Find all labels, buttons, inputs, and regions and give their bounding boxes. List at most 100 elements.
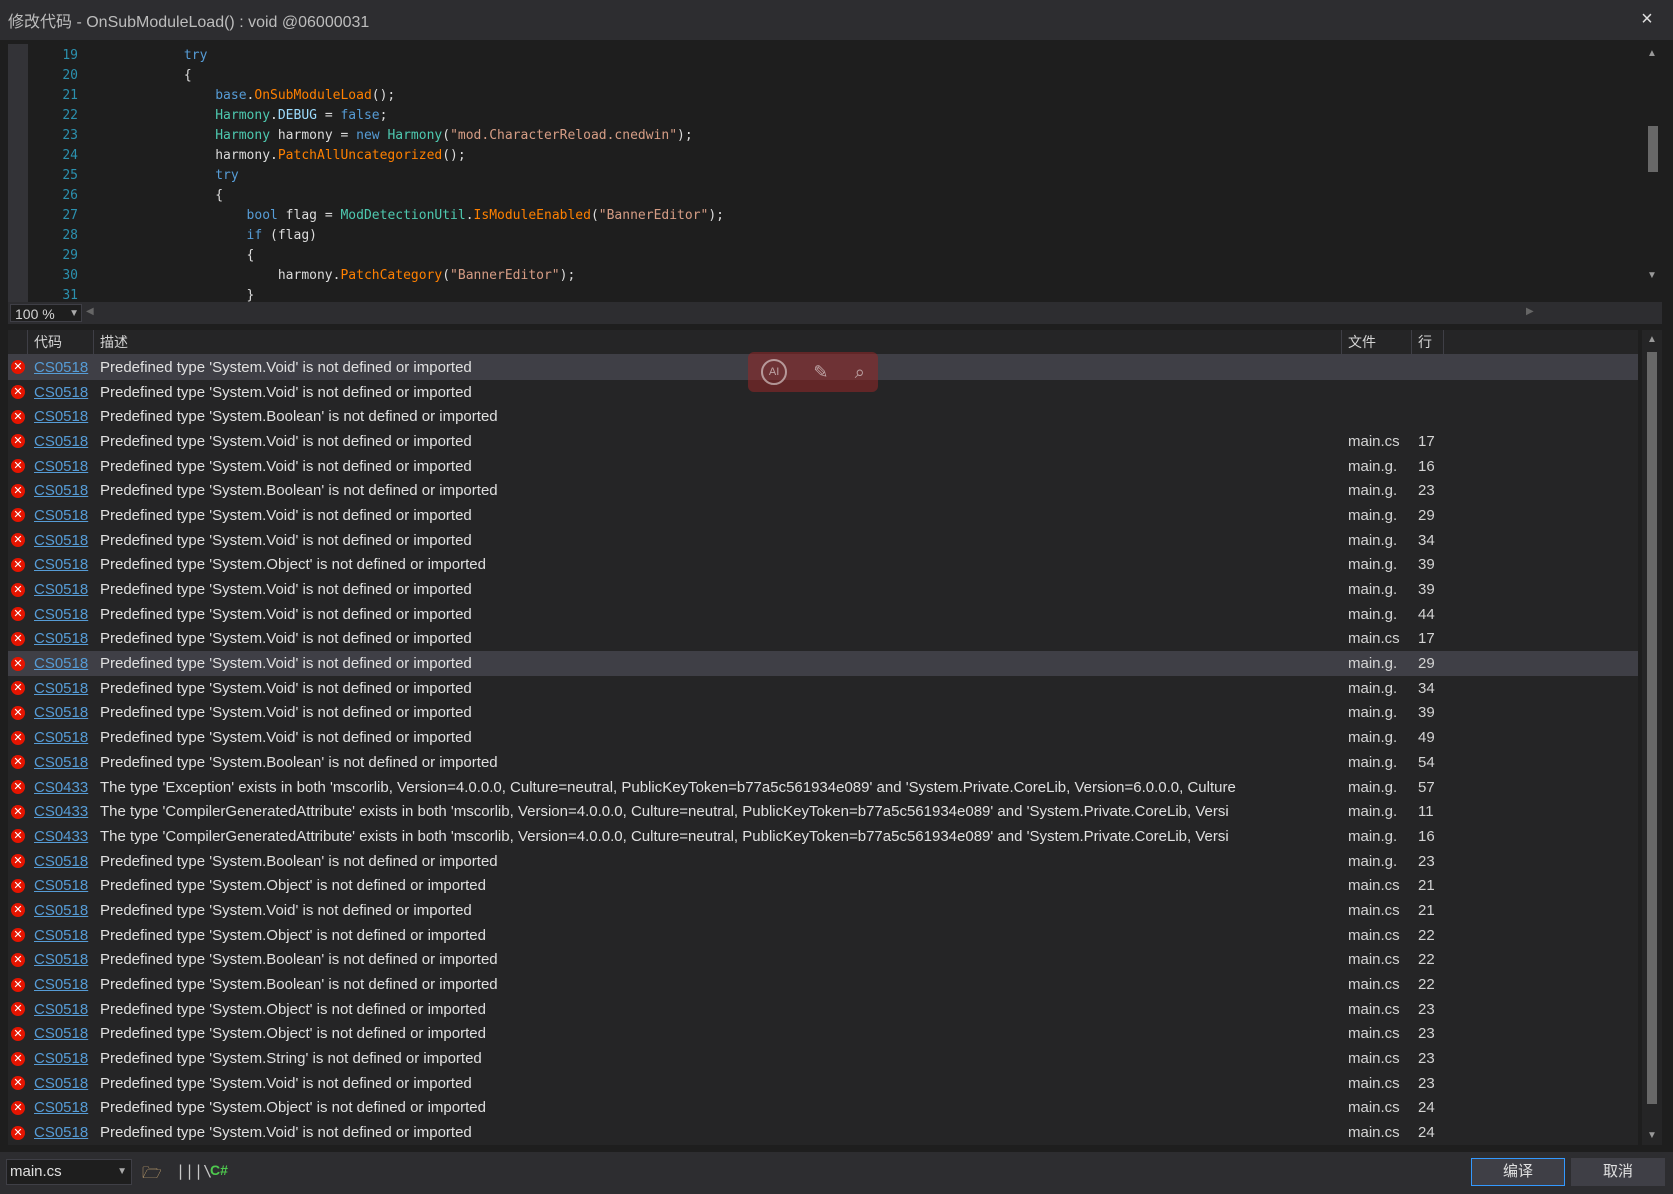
table-row[interactable]: ✕ CS0518 Predefined type 'System.Object' i… [8,997,1638,1022]
error-code-link[interactable]: CS0518 [28,927,94,944]
code-line[interactable]: 21 base.OnSubModuleLoad(); [28,86,1642,106]
code-line[interactable]: 24 harmony.PatchAllUncategorized(); [28,146,1642,166]
editor-vertical-scrollbar[interactable]: ▲ ▼ [1642,44,1662,302]
table-row[interactable]: ✕ CS0518 Predefined type 'System.Boolean' … [8,750,1638,775]
error-code-link[interactable]: CS0518 [28,902,94,919]
error-code-link[interactable]: CS0518 [28,507,94,524]
table-row[interactable]: ✕ CS0518 Predefined type 'System.Void' is … [8,676,1638,701]
error-code-link[interactable]: CS0518 [28,1124,94,1141]
error-code-link[interactable]: CS0518 [28,408,94,425]
error-code-link[interactable]: CS0433 [28,779,94,796]
code-line[interactable]: 31 } [28,286,1642,302]
chevron-down-icon[interactable]: ▼ [69,305,79,323]
code-line[interactable]: 20 { [28,66,1642,86]
table-row[interactable]: ✕ CS0518 Predefined type 'System.Object' i… [8,873,1638,898]
table-row[interactable]: ✕ CS0518 Predefined type 'System.Boolean' … [8,478,1638,503]
header-code[interactable]: 代码 [28,330,94,354]
table-row[interactable]: ✕ CS0518 Predefined type 'System.Void' is … [8,898,1638,923]
error-code-link[interactable]: CS0518 [28,877,94,894]
error-code-link[interactable]: CS0518 [28,704,94,721]
table-row[interactable]: ✕ CS0518 Predefined type 'System.Boolean' … [8,849,1638,874]
cancel-button[interactable]: 取消 [1571,1158,1665,1186]
table-row[interactable]: ✕ CS0518 Predefined type 'System.Void' is … [8,701,1638,726]
search-icon[interactable]: ⌕ [855,362,865,383]
error-code-link[interactable]: CS0518 [28,1050,94,1067]
table-row[interactable]: ✕ CS0518 Predefined type 'System.Object' i… [8,1022,1638,1047]
magic-wand-icon[interactable]: ✎ [813,362,828,383]
error-code-link[interactable]: CS0518 [28,359,94,376]
chevron-down-icon[interactable]: ▼ [117,1160,127,1184]
code-line[interactable]: 25 try [28,166,1642,186]
table-row[interactable]: ✕ CS0518 Predefined type 'System.Boolean' … [8,948,1638,973]
table-row[interactable]: ✕ CS0518 Predefined type 'System.Void' is … [8,627,1638,652]
error-code-link[interactable]: CS0518 [28,729,94,746]
table-row[interactable]: ✕ CS0518 Predefined type 'System.String' i… [8,1046,1638,1071]
compile-button[interactable]: 编译 [1471,1158,1565,1186]
table-row[interactable]: ✕ CS0518 Predefined type 'System.Void' is … [8,454,1638,479]
table-row[interactable]: ✕ CS0518 Predefined type 'System.Boolean' … [8,404,1638,429]
csharp-icon[interactable]: C# [210,1162,228,1178]
error-code-link[interactable]: CS0518 [28,532,94,549]
scroll-thumb[interactable] [1647,352,1657,1104]
error-code-link[interactable]: CS0518 [28,433,94,450]
table-row[interactable]: ✕ CS0518 Predefined type 'System.Object' i… [8,923,1638,948]
error-code-link[interactable]: CS0518 [28,1075,94,1092]
table-row[interactable]: ✕ CS0518 Predefined type 'System.Void' is … [8,602,1638,627]
error-code-link[interactable]: CS0518 [28,754,94,771]
table-row[interactable]: ✕ CS0433 The type 'CompilerGeneratedAttrib… [8,824,1638,849]
close-icon[interactable]: × [1635,7,1659,31]
code-lines[interactable]: 19 try 20 {21 base.OnSubModuleLoad(); 22 H… [28,46,1642,302]
open-folder-icon[interactable]: 🗁 [142,1162,162,1189]
table-row[interactable]: ✕ CS0518 Predefined type 'System.Object' i… [8,553,1638,578]
table-row[interactable]: ✕ CS0518 Predefined type 'System.Void' is … [8,1120,1638,1145]
error-code-link[interactable]: CS0518 [28,384,94,401]
error-code-link[interactable]: CS0518 [28,458,94,475]
table-row[interactable]: ✕ CS0518 Predefined type 'System.Void' is … [8,577,1638,602]
ai-icon[interactable]: AI [761,359,788,385]
error-list-scrollbar[interactable]: ▲ ▼ [1642,330,1662,1145]
code-line[interactable]: 22 Harmony.DEBUG = false; [28,106,1642,126]
error-code-link[interactable]: CS0518 [28,556,94,573]
table-row[interactable]: ✕ CS0518 Predefined type 'System.Void' is … [8,725,1638,750]
table-row[interactable]: ✕ CS0518 Predefined type 'System.Boolean' … [8,972,1638,997]
header-description[interactable]: 描述 [94,330,1342,354]
header-file[interactable]: 文件 [1342,330,1412,354]
error-code-link[interactable]: CS0433 [28,828,94,845]
error-code-link[interactable]: CS0433 [28,803,94,820]
code-line[interactable]: 29 { [28,246,1642,266]
code-line[interactable]: 28 if (flag) [28,226,1642,246]
scroll-thumb[interactable] [1648,126,1658,172]
header-line[interactable]: 行 [1412,330,1444,354]
scroll-down-icon[interactable]: ▼ [1646,1130,1658,1141]
error-code-link[interactable]: CS0518 [28,482,94,499]
error-code-link[interactable]: CS0518 [28,680,94,697]
table-row[interactable]: ✕ CS0518 Predefined type 'System.Void' is … [8,1071,1638,1096]
code-line[interactable]: 19 try [28,46,1642,66]
scroll-left-icon[interactable]: ◀ [86,306,94,317]
error-code-link[interactable]: CS0518 [28,606,94,623]
error-code-link[interactable]: CS0518 [28,951,94,968]
table-row[interactable]: ✕ CS0518 Predefined type 'System.Object' i… [8,1096,1638,1121]
scroll-up-icon[interactable]: ▲ [1646,48,1658,60]
table-row[interactable]: ✕ CS0518 Predefined type 'System.Void' is … [8,528,1638,553]
error-code-link[interactable]: CS0518 [28,1099,94,1116]
code-line[interactable]: 26 { [28,186,1642,206]
table-row[interactable]: ✕ CS0518 Predefined type 'System.Void' is … [8,429,1638,454]
table-row[interactable]: ✕ CS0433 The type 'Exception' exists in bo… [8,775,1638,800]
scroll-up-icon[interactable]: ▲ [1646,334,1658,345]
scroll-down-icon[interactable]: ▼ [1646,270,1658,282]
scroll-right-icon[interactable]: ▶ [1526,306,1534,317]
code-line[interactable]: 23 Harmony harmony = new Harmony("mod.Ch… [28,126,1642,146]
table-row[interactable]: ✕ CS0433 The type 'CompilerGeneratedAttrib… [8,799,1638,824]
error-code-link[interactable]: CS0518 [28,1001,94,1018]
table-row[interactable]: ✕ CS0518 Predefined type 'System.Void' is … [8,651,1638,676]
error-code-link[interactable]: CS0518 [28,655,94,672]
error-code-link[interactable]: CS0518 [28,976,94,993]
library-icon[interactable]: |||\ [176,1162,212,1180]
error-code-link[interactable]: CS0518 [28,853,94,870]
error-code-link[interactable]: CS0518 [28,630,94,647]
code-line[interactable]: 27 bool flag = ModDetectionUtil.IsModule… [28,206,1642,226]
code-line[interactable]: 30 harmony.PatchCategory("BannerEditor")… [28,266,1642,286]
file-select[interactable]: main.cs ▼ [6,1159,132,1185]
error-code-link[interactable]: CS0518 [28,581,94,598]
